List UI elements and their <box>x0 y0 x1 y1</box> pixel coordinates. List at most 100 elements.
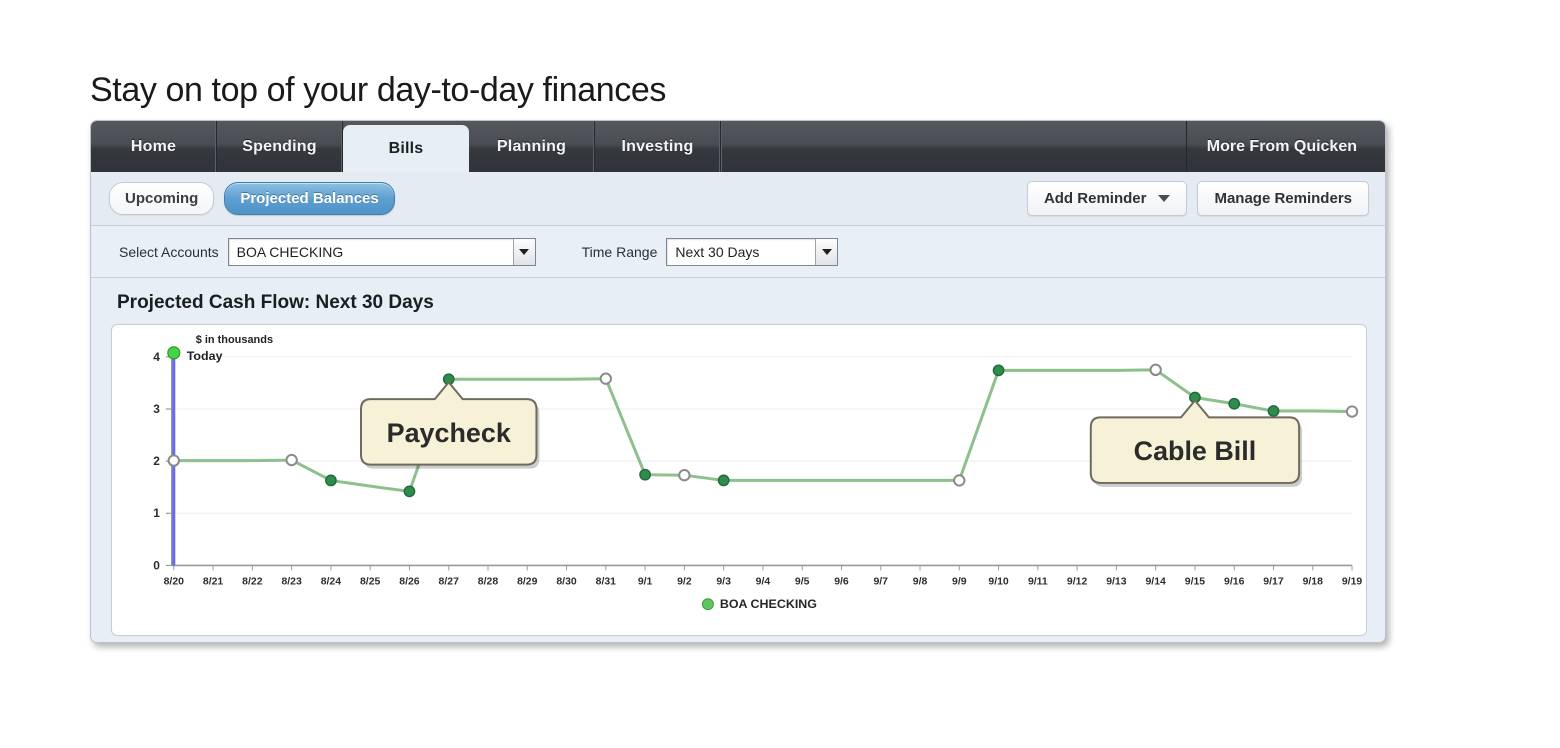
tab-upcoming-label: Upcoming <box>125 190 199 207</box>
time-range-group: Time Range Next 30 Days <box>581 237 839 266</box>
time-range-dropdown-arrow-icon[interactable] <box>815 238 838 265</box>
x-axis-tick-8-25: 8/25 <box>360 576 381 587</box>
projected-cash-flow-chart: 0 1 2 3 4 8/20 8/21 8/22 8/23 8/24 8/25 8/26 8/27 8/2… <box>111 324 1367 636</box>
data-point-9/1[interactable] <box>639 468 651 481</box>
nav-tab-home-label: Home <box>130 137 177 155</box>
select-accounts-dropdown[interactable]: BOA CHECKING <box>227 237 536 266</box>
main-navbar: Home Spending Bills Planning Investing M… <box>91 121 1385 172</box>
tab-upcoming[interactable]: Upcoming <box>109 182 215 215</box>
data-point-9/10[interactable] <box>992 364 1005 377</box>
data-point-9/14[interactable] <box>1149 363 1162 376</box>
time-range-value: Next 30 Days <box>675 243 760 260</box>
data-point-8/23[interactable] <box>285 453 298 467</box>
x-axis-tick-9-10: 9/10 <box>988 576 1009 587</box>
x-axis-tick-9-16: 9/16 <box>1224 576 1245 587</box>
x-axis-tick-9-14: 9/14 <box>1145 576 1166 587</box>
data-point-9/16[interactable] <box>1228 397 1241 410</box>
nav-tab-planning-label: Planning <box>496 137 567 155</box>
y-axis-tick-1: 1 <box>153 506 160 520</box>
callout-label: Paycheck <box>387 418 511 448</box>
x-axis-tick-9-9: 9/9 <box>952 576 967 587</box>
x-axis-tick-9-12: 9/12 <box>1067 576 1088 587</box>
filter-bar: Select Accounts BOA CHECKING Time Range … <box>91 226 1385 278</box>
x-axis-tick-9-18: 9/18 <box>1303 576 1324 587</box>
data-point-9/19[interactable] <box>1345 405 1359 418</box>
subtoolbar-actions: Add Reminder Manage Reminders <box>1026 181 1369 216</box>
cash-flow-line-chart: 0 1 2 3 4 8/20 8/21 8/22 8/23 8/24 8/25 8/26 8/27 8/2… <box>153 334 1363 611</box>
x-axis-tick-9-3: 9/3 <box>716 576 731 587</box>
x-axis-tick-9-4: 9/4 <box>756 576 771 587</box>
legend-swatch-icon <box>701 598 714 611</box>
x-axis-tick-9-7: 9/7 <box>873 576 888 587</box>
section-title: Projected Cash Flow: Next 30 Days <box>91 278 1385 324</box>
x-axis-tick-9-13: 9/13 <box>1106 576 1127 587</box>
data-point-8/31[interactable] <box>599 372 613 385</box>
nav-tab-bills-label: Bills <box>388 139 424 157</box>
x-axis-tick-8-29: 8/29 <box>517 576 538 587</box>
nav-tab-spending-label: Spending <box>242 137 317 155</box>
tab-projected-balances[interactable]: Projected Balances <box>224 182 395 215</box>
page-root: Stay on top of your day-to-day finances … <box>0 0 1560 748</box>
x-axis-tick-9-6: 9/6 <box>834 576 849 587</box>
nav-tab-investing[interactable]: Investing <box>595 121 721 172</box>
x-axis-tick-8-23: 8/23 <box>281 576 302 587</box>
x-axis-tick-9-1: 9/1 <box>638 576 653 587</box>
x-axis-tick-9-2: 9/2 <box>677 576 692 587</box>
bills-subtoolbar: Upcoming Projected Balances Add Reminder… <box>91 172 1385 226</box>
today-label: Today <box>187 349 223 363</box>
y-axis-tick-2: 2 <box>153 454 160 468</box>
page-title: Stay on top of your day-to-day finances <box>90 70 666 109</box>
nav-tab-planning[interactable]: Planning <box>469 121 595 172</box>
x-axis-tick-8-31: 8/31 <box>596 576 617 587</box>
nav-tab-investing-label: Investing <box>621 137 694 155</box>
data-point-8/24[interactable] <box>325 474 337 487</box>
y-axis-tick-0: 0 <box>153 558 160 572</box>
x-axis-tick-9-5: 9/5 <box>795 576 810 587</box>
add-reminder-button[interactable]: Add Reminder <box>1026 181 1188 216</box>
nav-tab-home[interactable]: Home <box>91 121 217 172</box>
data-point-9/2[interactable] <box>678 469 691 482</box>
tab-projected-balances-label: Projected Balances <box>240 190 379 207</box>
more-from-quicken-label: More From Quicken <box>1206 137 1357 155</box>
more-from-quicken-link[interactable]: More From Quicken <box>1187 121 1385 172</box>
x-axis-tick-8-20: 8/20 <box>164 576 185 587</box>
time-range-label: Time Range <box>581 243 658 260</box>
x-axis-tick-9-8: 9/8 <box>913 576 928 587</box>
add-reminder-label: Add Reminder <box>1043 190 1147 207</box>
x-axis-tick-9-11: 9/11 <box>1028 576 1048 587</box>
x-axis-tick-8-30: 8/30 <box>556 576 577 587</box>
time-range-dropdown[interactable]: Next 30 Days <box>666 237 839 266</box>
data-point-8/26[interactable] <box>403 485 416 498</box>
today-marker-dot <box>167 346 181 360</box>
y-axis-tick-4: 4 <box>153 350 160 364</box>
x-axis-tick-8-28: 8/28 <box>478 576 499 587</box>
data-point-9/9[interactable] <box>953 474 966 487</box>
navbar-spacer <box>721 121 1187 172</box>
x-axis-tick-8-27: 8/27 <box>439 576 460 587</box>
select-accounts-value: BOA CHECKING <box>236 243 344 260</box>
nav-tab-bills[interactable]: Bills <box>343 125 469 172</box>
quicken-app-window: Home Spending Bills Planning Investing M… <box>90 120 1386 643</box>
x-axis-tick-9-15: 9/15 <box>1185 576 1206 587</box>
accounts-dropdown-arrow-icon[interactable] <box>512 238 535 265</box>
chevron-down-icon <box>1158 195 1171 202</box>
data-point-9/3[interactable] <box>717 474 730 487</box>
x-axis-tick-8-24: 8/24 <box>321 576 342 587</box>
x-axis-tick-9-19: 9/19 <box>1342 576 1363 587</box>
nav-tab-spending[interactable]: Spending <box>217 121 343 172</box>
data-point-9/17[interactable] <box>1267 405 1280 417</box>
data-point-8/20[interactable] <box>167 454 180 467</box>
select-accounts-group: Select Accounts BOA CHECKING <box>119 237 536 266</box>
manage-reminders-button[interactable]: Manage Reminders <box>1197 181 1369 216</box>
x-axis-tick-8-21: 8/21 <box>203 576 224 587</box>
callout-paycheck: Paycheck <box>360 381 540 469</box>
manage-reminders-label: Manage Reminders <box>1214 190 1352 207</box>
x-axis-tick-8-26: 8/26 <box>399 576 420 587</box>
x-axis-tick-8-22: 8/22 <box>242 576 263 587</box>
x-axis-tick-9-17: 9/17 <box>1263 576 1284 587</box>
callout-label: Cable Bill <box>1134 436 1257 466</box>
select-accounts-label: Select Accounts <box>119 243 219 260</box>
chart-unit-label: $ in thousands <box>196 334 273 346</box>
legend-label: BOA CHECKING <box>720 597 817 611</box>
y-axis-tick-3: 3 <box>153 402 160 416</box>
